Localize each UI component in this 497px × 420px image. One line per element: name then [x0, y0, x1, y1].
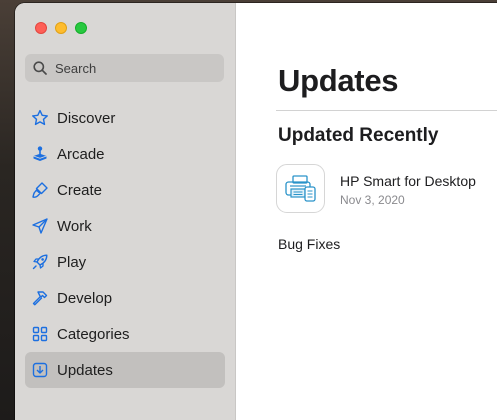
app-update-date: Nov 3, 2020	[340, 193, 405, 207]
sidebar-item-updates[interactable]: Updates	[25, 352, 225, 388]
sidebar-item-play[interactable]: Play	[25, 244, 225, 280]
sidebar: Search Discover Arcade Create Work Play …	[15, 3, 236, 420]
window-controls	[35, 22, 87, 34]
sidebar-item-work[interactable]: Work	[25, 208, 225, 244]
section-title: Updated Recently	[278, 125, 439, 146]
search-placeholder: Search	[55, 60, 97, 76]
release-notes: Bug Fixes	[278, 236, 341, 252]
app-name[interactable]: HP Smart for Desktop	[340, 173, 476, 189]
search-icon	[33, 61, 47, 75]
sidebar-item-label: Discover	[57, 109, 116, 127]
app-store-window: Search Discover Arcade Create Work Play …	[15, 3, 497, 420]
star-icon	[31, 109, 49, 127]
sidebar-item-label: Arcade	[57, 145, 105, 163]
sidebar-item-label: Develop	[57, 289, 113, 307]
app-meta: HP Smart for Desktop Nov 3, 2020	[340, 164, 476, 207]
minimize-button[interactable]	[55, 22, 67, 34]
paperplane-icon	[31, 217, 49, 235]
app-icon[interactable]	[276, 164, 325, 213]
sidebar-nav: Discover Arcade Create Work Play Develop…	[25, 100, 225, 388]
joystick-icon	[31, 145, 49, 163]
sidebar-item-label: Play	[57, 253, 87, 271]
close-button[interactable]	[35, 22, 47, 34]
printer-icon	[284, 174, 316, 202]
zoom-button[interactable]	[75, 22, 87, 34]
paintbrush-icon	[31, 181, 49, 199]
sidebar-item-discover[interactable]: Discover	[25, 100, 225, 136]
page-title: Updates	[278, 63, 399, 98]
rocket-icon	[31, 253, 49, 271]
sidebar-item-develop[interactable]: Develop	[25, 280, 225, 316]
app-update-row[interactable]: HP Smart for Desktop Nov 3, 2020	[276, 164, 476, 213]
sidebar-item-arcade[interactable]: Arcade	[25, 136, 225, 172]
download-icon	[31, 361, 49, 379]
grid-icon	[31, 325, 49, 343]
sidebar-item-create[interactable]: Create	[25, 172, 225, 208]
sidebar-item-label: Updates	[57, 361, 113, 379]
sidebar-item-categories[interactable]: Categories	[25, 316, 225, 352]
search-field[interactable]: Search	[25, 54, 224, 82]
sidebar-item-label: Categories	[57, 325, 130, 343]
sidebar-item-label: Create	[57, 181, 103, 199]
main-content: Updates Updated Recently HP Smart for De…	[236, 3, 497, 420]
sidebar-item-label: Work	[57, 217, 92, 235]
title-divider	[276, 110, 497, 111]
hammer-icon	[31, 289, 49, 307]
